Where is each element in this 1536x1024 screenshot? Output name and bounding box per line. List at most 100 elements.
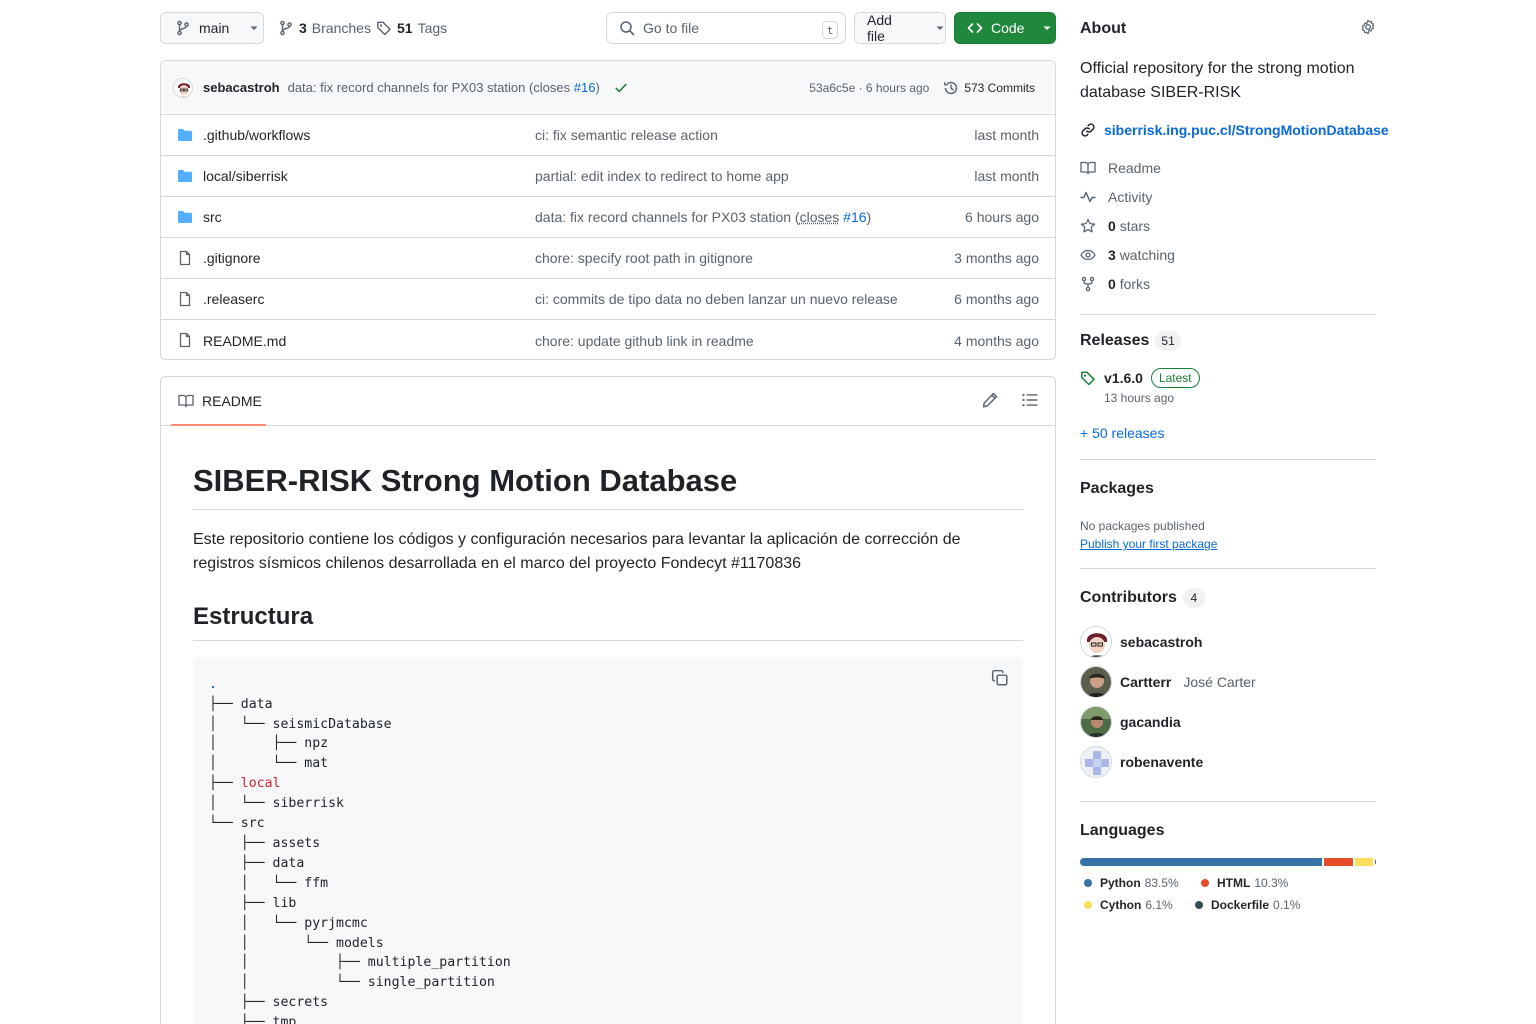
file-commit-message[interactable]: ci: commits de tipo data no deben lanzar… <box>535 291 898 307</box>
language-item[interactable]: HTML 10.3% <box>1201 876 1288 890</box>
gear-icon[interactable] <box>1360 19 1376 35</box>
language-name: HTML <box>1217 876 1250 890</box>
go-to-file-input[interactable]: Go to file t <box>606 12 846 44</box>
file-name-link[interactable]: README.md <box>203 333 286 349</box>
website-url: siberrisk.ing.puc.cl/StrongMotionDatabas… <box>1104 122 1389 138</box>
tree-branch: │ └── <box>209 916 304 931</box>
contributor-full-name: José Carter <box>1183 674 1255 690</box>
branches-link[interactable]: 3 Branches <box>278 12 371 44</box>
folder-icon <box>177 127 193 143</box>
forks-link[interactable]: 0 forks <box>1080 276 1150 292</box>
tree-branch: │ └── <box>209 936 336 951</box>
copy-icon[interactable] <box>991 669 1009 687</box>
file-commit-time: 6 months ago <box>954 291 1039 307</box>
releases-count-badge: 51 <box>1155 331 1180 351</box>
watching-count: 3 <box>1108 247 1116 263</box>
avatar <box>1080 626 1112 658</box>
language-item[interactable]: Dockerfile 0.1% <box>1195 898 1300 912</box>
readme-label: Readme <box>1108 160 1161 176</box>
tree-line: │ └── seismicDatabase <box>209 715 1007 735</box>
tree-branch: │ └── <box>209 876 304 891</box>
issue-link[interactable]: #16 <box>843 209 866 225</box>
code-block: . ├── data │ └── seismicDatabase │ ├── npz │… <box>193 657 1023 1024</box>
tree-entry-name: seismicDatabase <box>273 717 392 732</box>
chevron-down-icon <box>1042 23 1052 33</box>
file-name-link[interactable]: local/siberrisk <box>203 168 288 184</box>
latest-release[interactable]: v1.6.0 Latest <box>1080 368 1200 388</box>
contributor-item[interactable]: Cartterr José Carter <box>1080 666 1256 698</box>
code-button[interactable]: Code <box>954 12 1056 44</box>
commit-message[interactable]: data: fix record channels for PX03 stati… <box>288 80 600 95</box>
outline-list-icon[interactable] <box>1021 391 1039 409</box>
file-name-link[interactable]: .releaserc <box>203 291 264 307</box>
tree-line: ├── lib <box>209 894 1007 914</box>
tree-line: │ └── models <box>209 934 1007 954</box>
book-icon <box>178 393 194 409</box>
add-file-label: Add file <box>867 12 913 44</box>
branch-selector-button[interactable]: main <box>160 12 264 44</box>
tree-line: ├── data <box>209 854 1007 874</box>
file-commit-message[interactable]: partial: edit index to redirect to home … <box>535 168 789 184</box>
tree-entry-name: npz <box>304 736 328 751</box>
language-color-dot <box>1201 879 1209 887</box>
file-name-link[interactable]: src <box>203 209 222 225</box>
avatar[interactable] <box>173 78 193 98</box>
contributor-item[interactable]: robenavente <box>1080 746 1203 778</box>
tree-line: ├── tmp <box>209 1013 1007 1024</box>
language-bar-segment <box>1324 858 1354 866</box>
tree-line: │ └── siberrisk <box>209 794 1007 814</box>
file-commit-message[interactable]: chore: specify root path in gitignore <box>535 250 753 266</box>
contributor-item[interactable]: gacandia <box>1080 706 1181 738</box>
readme-link[interactable]: Readme <box>1080 160 1161 176</box>
star-icon <box>1080 218 1096 234</box>
language-item[interactable]: Cython 6.1% <box>1084 898 1173 912</box>
readme-panel: README SIBER-RISK Strong Motion Database… <box>160 376 1056 1024</box>
language-color-dot <box>1084 901 1092 909</box>
watching-label: watching <box>1120 247 1175 263</box>
language-name: Cython <box>1100 898 1141 912</box>
releases-heading[interactable]: Releases 51 <box>1080 331 1181 351</box>
readme-content: SIBER-RISK Strong Motion Database Este r… <box>161 426 1055 1024</box>
packages-heading[interactable]: Packages <box>1080 480 1154 498</box>
activity-link[interactable]: Activity <box>1080 189 1152 205</box>
more-releases-link[interactable]: + 50 releases <box>1080 425 1164 441</box>
file-name-link[interactable]: .gitignore <box>203 250 261 266</box>
readme-actions <box>981 391 1039 409</box>
file-commit-message[interactable]: chore: update github link in readme <box>535 333 754 349</box>
tree-branch: │ └── <box>209 756 304 771</box>
file-name-link[interactable]: .github/workflows <box>203 127 310 143</box>
tags-label: Tags <box>418 20 448 36</box>
pulse-icon <box>1080 189 1096 205</box>
git-branch-icon <box>175 20 191 36</box>
latest-commit-bar: sebacastroh data: fix record channels fo… <box>161 61 1055 115</box>
file-commit-message[interactable]: ci: fix semantic release action <box>535 127 718 143</box>
watchers-link[interactable]: 3 watching <box>1080 247 1175 263</box>
readme-title: SIBER-RISK Strong Motion Database <box>193 462 1023 510</box>
issue-link[interactable]: #16 <box>574 80 596 95</box>
commits-history-link[interactable]: 573 Commits <box>943 80 1035 96</box>
tree-entry-name: mat <box>304 756 328 771</box>
tags-link[interactable]: 51 Tags <box>376 12 447 44</box>
file-commit-message[interactable]: data: fix record channels for PX03 stati… <box>535 209 871 225</box>
commit-author-link[interactable]: sebacastroh <box>203 80 280 95</box>
website-link[interactable]: siberrisk.ing.puc.cl/StrongMotionDatabas… <box>1080 122 1389 138</box>
check-icon[interactable] <box>614 81 628 95</box>
fork-icon <box>1080 276 1096 292</box>
stars-link[interactable]: 0 stars <box>1080 218 1150 234</box>
directory-tree: . ├── data │ └── seismicDatabase │ ├── npz │… <box>209 675 1007 1024</box>
tab-readme[interactable]: README <box>171 377 266 426</box>
pencil-icon[interactable] <box>981 391 999 409</box>
commit-sha-time[interactable]: 53a6c5e · 6 hours ago <box>809 81 929 95</box>
latest-badge: Latest <box>1151 368 1200 388</box>
contributors-heading[interactable]: Contributors 4 <box>1080 588 1205 608</box>
release-tag-name: v1.6.0 <box>1104 370 1143 386</box>
stars-count: 0 <box>1108 218 1116 234</box>
publish-package-link[interactable]: Publish your first package <box>1080 537 1217 551</box>
closes-keyword: closes <box>800 209 840 225</box>
add-file-button[interactable]: Add file <box>854 12 946 44</box>
language-item[interactable]: Python 83.5% <box>1084 876 1179 890</box>
tree-branch: │ └── <box>209 717 273 732</box>
contributor-item[interactable]: sebacastroh <box>1080 626 1202 658</box>
tree-line: │ └── ffm <box>209 874 1007 894</box>
tree-branch: │ ├── <box>209 955 368 970</box>
